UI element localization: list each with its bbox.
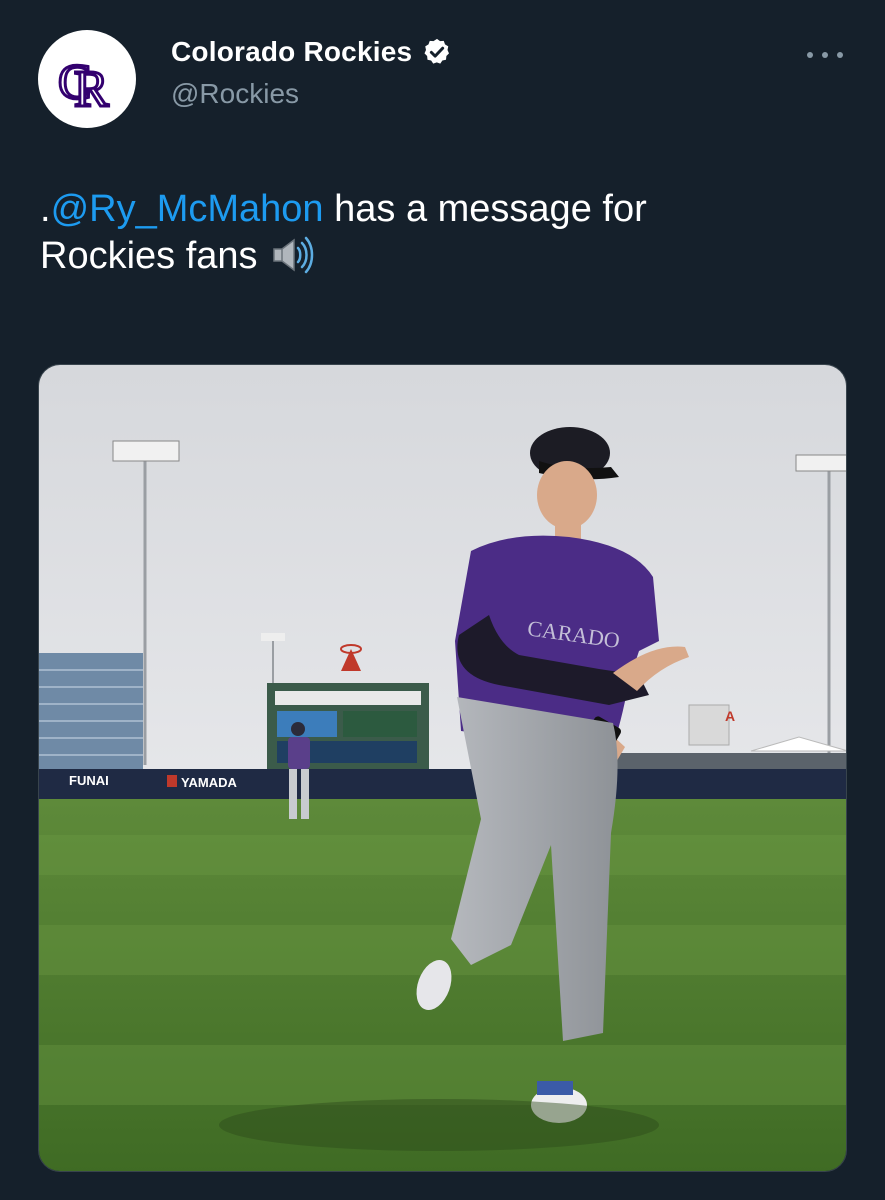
speaker-high-volume-icon [272, 236, 313, 274]
logo-r: R [74, 61, 109, 118]
verified-badge-icon [424, 38, 450, 64]
dot [807, 52, 813, 58]
signage-yamada: YAMADA [181, 775, 237, 790]
rockies-logo-icon: C R [57, 52, 111, 119]
video-thumbnail[interactable]: A FUNAI YAMADA CARADO [38, 364, 847, 1172]
outfield-wall [39, 769, 846, 799]
more-options-icon[interactable] [807, 40, 843, 70]
author-name-row[interactable]: Colorado Rockies [171, 36, 452, 68]
text-line1: has a message for [323, 188, 647, 230]
tweet-text: .@Ry_McMahon has a message for Rockies f… [40, 186, 840, 279]
text-prefix: . [40, 188, 51, 230]
display-name[interactable]: Colorado Rockies [171, 36, 412, 68]
handle[interactable]: @Rockies [171, 78, 299, 110]
text-line2: Rockies fans [40, 235, 258, 277]
avatar[interactable]: C R [38, 30, 136, 128]
dot [822, 52, 828, 58]
mention-link[interactable]: @Ry_McMahon [51, 188, 324, 230]
dot [837, 52, 843, 58]
signage-a: A [725, 708, 735, 724]
signage-funai: FUNAI [69, 773, 109, 788]
video-frame: A FUNAI YAMADA CARADO [39, 365, 846, 1171]
